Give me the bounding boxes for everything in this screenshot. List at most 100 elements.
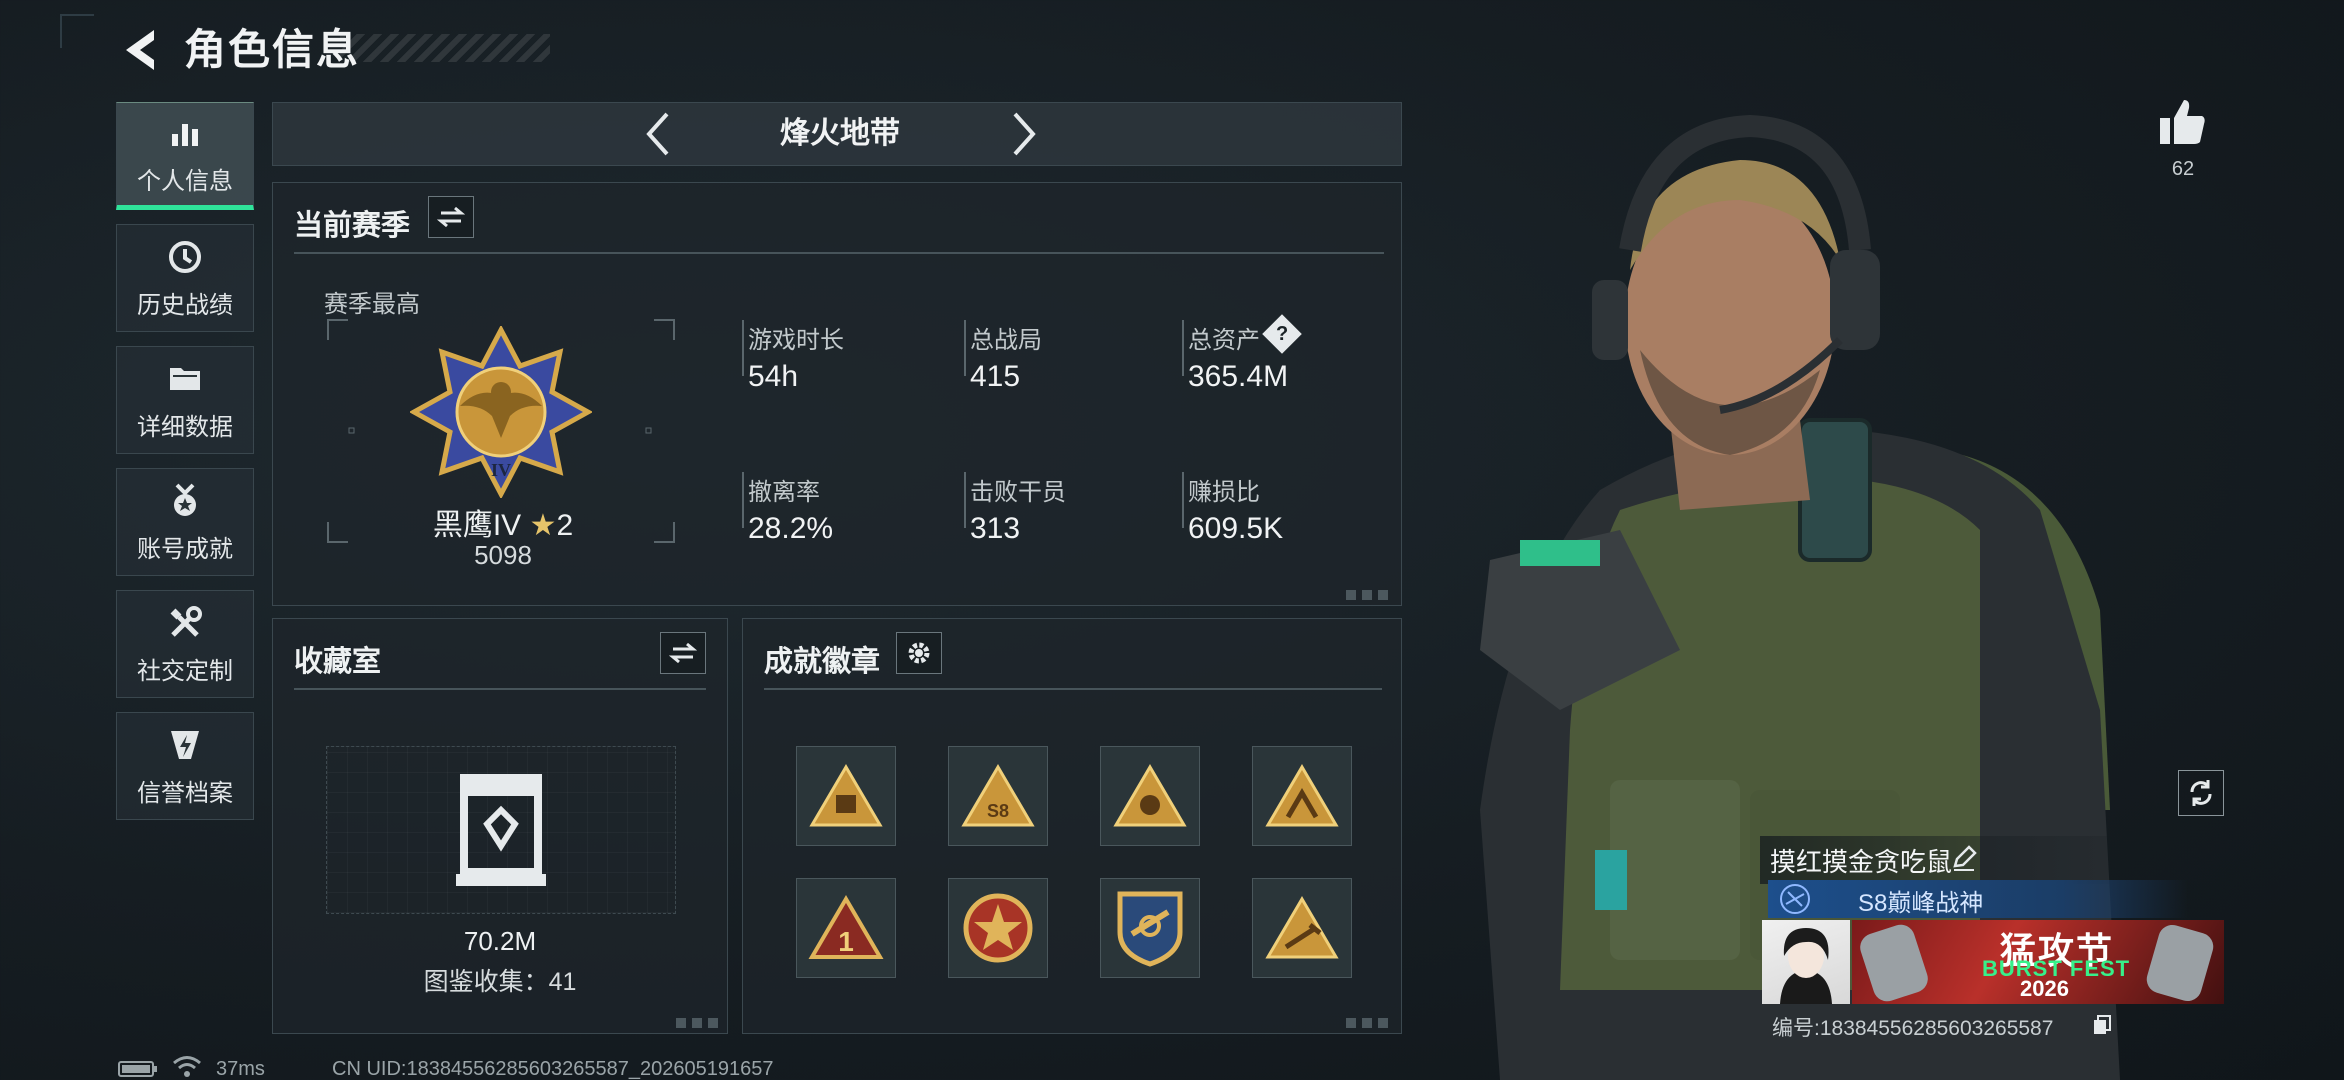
like-button[interactable] — [2156, 96, 2208, 148]
achievement-badge[interactable] — [1100, 746, 1200, 846]
sidebar-item-label: 个人信息 — [137, 167, 233, 195]
sidebar-item-credit[interactable]: 信誉档案 — [116, 712, 254, 820]
mode-prev-button[interactable] — [630, 106, 686, 162]
achievement-badge[interactable] — [1100, 878, 1200, 978]
svg-text:S8: S8 — [987, 801, 1009, 821]
achievement-badge[interactable] — [1252, 878, 1352, 978]
collection-divider — [294, 688, 706, 690]
triangle-badge-icon — [1265, 896, 1339, 959]
sidebar-item-label: 历史战绩 — [137, 291, 233, 319]
wifi-icon — [172, 1054, 202, 1078]
svg-text:1: 1 — [838, 926, 854, 957]
stat-separator — [742, 472, 744, 528]
avatar[interactable] — [1762, 920, 1850, 1004]
gear-icon — [908, 642, 930, 664]
s8-triangle-badge-icon: S8 — [961, 764, 1035, 827]
title-hatch-decoration — [340, 34, 550, 62]
swap-icon — [669, 642, 697, 664]
stat-label-kills: 击败干员 — [970, 479, 1066, 506]
star-icon: ★ — [529, 509, 557, 542]
shield-crest-icon — [1117, 891, 1183, 967]
rank-name: 黑鹰IV — [432, 509, 522, 542]
collection-count: 图鉴收集：41 — [423, 968, 577, 996]
stat-value-playtime: 54h — [748, 360, 799, 393]
mode-next-button[interactable] — [996, 106, 1052, 162]
rank-points: 5098 — [474, 540, 532, 570]
season-divider — [294, 252, 1384, 254]
collection-switch-button[interactable] — [660, 632, 706, 674]
tools-icon — [165, 603, 205, 643]
sidebar-item-label: 详细数据 — [137, 413, 233, 441]
corner-decoration — [1346, 1018, 1392, 1028]
sidebar-item-personal-info[interactable]: 个人信息 — [116, 102, 254, 210]
star-medal-icon — [963, 893, 1033, 963]
achievements-settings-button[interactable] — [896, 632, 942, 674]
stat-label-profit-ratio: 赚损比 — [1188, 479, 1260, 506]
stat-value-kills: 313 — [970, 512, 1021, 545]
sidebar-item-social[interactable]: 社交定制 — [116, 590, 254, 698]
back-button[interactable] — [112, 22, 168, 78]
season-switch-button[interactable] — [428, 196, 474, 238]
stat-label-matches: 总战局 — [970, 327, 1042, 354]
achievement-badge[interactable] — [948, 878, 1048, 978]
rank-name-row: 黑鹰IV ★2 — [420, 500, 586, 544]
stat-separator — [1182, 320, 1184, 376]
copy-id-button[interactable] — [2092, 1014, 2112, 1036]
thumbs-up-icon — [2160, 100, 2205, 144]
medal-icon — [165, 481, 205, 521]
stat-value-profit-ratio: 609.5K — [1188, 512, 1284, 545]
stat-label-playtime: 游戏时长 — [748, 327, 844, 354]
achievements-divider — [764, 688, 1382, 690]
clock-icon — [165, 237, 205, 277]
corner-decoration — [1346, 590, 1392, 600]
collection-title: 收藏室 — [294, 646, 382, 678]
sidebar-item-label: 账号成就 — [137, 535, 233, 563]
pencil-icon — [1953, 845, 1977, 871]
stat-value-matches: 415 — [970, 360, 1021, 393]
chevron-left-icon — [646, 112, 669, 156]
triangle-badge-icon — [809, 764, 883, 827]
back-arrow-icon — [126, 30, 154, 70]
number-one-badge-icon: 1 — [808, 895, 884, 959]
player-id: 编号:18384556285603265587 — [1772, 1017, 2054, 1040]
sidebar-item-label: 社交定制 — [137, 657, 233, 685]
mode-title: 烽火地带 — [780, 117, 900, 150]
swap-icon — [437, 206, 465, 228]
title-emblem-icon — [1778, 882, 1812, 916]
like-count: 62 — [2171, 158, 2195, 180]
sidebar-item-details[interactable]: 详细数据 — [116, 346, 254, 454]
player-name: 摸红摸金贪吃鼠 — [1770, 847, 1953, 877]
shield-bolt-icon — [165, 725, 205, 765]
triangle-badge-icon — [1265, 764, 1339, 827]
stat-separator — [964, 320, 966, 376]
copy-icon — [2094, 1015, 2111, 1034]
edit-name-button[interactable] — [1950, 844, 1978, 872]
page-title: 角色信息 — [184, 26, 361, 73]
folder-icon — [165, 359, 205, 399]
achievement-badge[interactable]: 1 — [796, 878, 896, 978]
stat-label-assets: 总资产 — [1188, 327, 1260, 354]
stat-label-extract-rate: 撤离率 — [748, 479, 820, 506]
avatar-portrait-icon — [1780, 928, 1832, 1004]
chevron-right-icon — [1013, 112, 1036, 156]
rotate-model-button[interactable] — [2178, 770, 2224, 816]
stat-separator — [1182, 472, 1184, 528]
svg-text:IV: IV — [491, 460, 511, 480]
collection-cabinet-icon — [456, 774, 546, 886]
rank-emblem-icon: IV — [410, 326, 592, 498]
achievements-title: 成就徽章 — [764, 646, 881, 678]
uid-text: CN UID:18384556285603265587_202605191657 — [332, 1058, 774, 1080]
achievement-badge[interactable] — [1252, 746, 1352, 846]
battery-icon — [118, 1060, 158, 1078]
achievement-badge[interactable] — [796, 746, 896, 846]
stat-value-extract-rate: 28.2% — [748, 512, 834, 545]
sidebar-item-achievements[interactable]: 账号成就 — [116, 468, 254, 576]
collection-value: 70.2M — [463, 926, 537, 956]
stat-separator — [964, 472, 966, 528]
corner-decoration — [676, 1018, 722, 1028]
season-title: 当前赛季 — [294, 210, 411, 242]
stat-separator — [742, 320, 744, 376]
help-glyph: ? — [1275, 323, 1289, 345]
sidebar-item-history[interactable]: 历史战绩 — [116, 224, 254, 332]
achievement-badge[interactable]: S8 — [948, 746, 1048, 846]
